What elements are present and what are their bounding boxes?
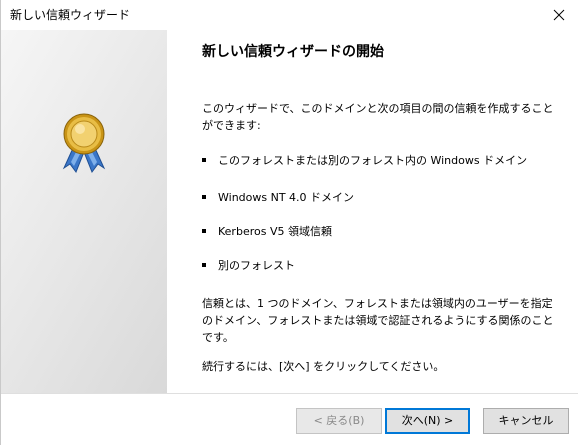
- description-text: 信頼とは、1 つのドメイン、フォレストまたは領域内のユーザーを指定のドメイン、フ…: [202, 297, 554, 344]
- page-title: 新しい信頼ウィザードの開始: [202, 44, 384, 60]
- list-item-label: Kerberos V5 領域信頼: [218, 225, 332, 238]
- window-title: 新しい信頼ウィザード: [10, 8, 131, 22]
- bullet-icon: [202, 263, 206, 267]
- intro-text: このウィザードで、このドメインと次の項目の間の信頼を作成することができます:: [202, 102, 554, 132]
- cancel-button[interactable]: キャンセル: [483, 408, 569, 434]
- bullet-icon: [202, 158, 206, 162]
- wizard-side-panel: [1, 30, 167, 393]
- close-icon: [553, 9, 565, 21]
- back-button[interactable]: < 戻る(B): [296, 408, 382, 434]
- list-item-label: このフォレストまたは別のフォレスト内の Windows ドメイン: [218, 154, 528, 167]
- list-item: このフォレストまたは別のフォレスト内の Windows ドメイン: [202, 152, 527, 169]
- close-button[interactable]: [539, 0, 578, 30]
- next-button[interactable]: 次へ(N) >: [385, 408, 470, 434]
- title-bar: 新しい信頼ウィザード: [1, 0, 578, 30]
- continue-hint: 続行するには、[次へ] をクリックしてください。: [202, 360, 445, 373]
- list-item-label: Windows NT 4.0 ドメイン: [218, 191, 355, 204]
- list-item: Windows NT 4.0 ドメイン: [202, 189, 354, 206]
- list-item-label: 別のフォレスト: [218, 259, 295, 272]
- list-item: 別のフォレスト: [202, 257, 295, 274]
- list-item: Kerberos V5 領域信頼: [202, 223, 332, 240]
- bullet-icon: [202, 229, 206, 233]
- bullet-icon: [202, 195, 206, 199]
- award-medal-icon: [62, 113, 106, 174]
- button-separator: [1, 393, 578, 394]
- wizard-window: 新しい信頼ウィザード 新しい信頼ウィザードの開始 このウィザードで、このドメイン…: [0, 0, 578, 445]
